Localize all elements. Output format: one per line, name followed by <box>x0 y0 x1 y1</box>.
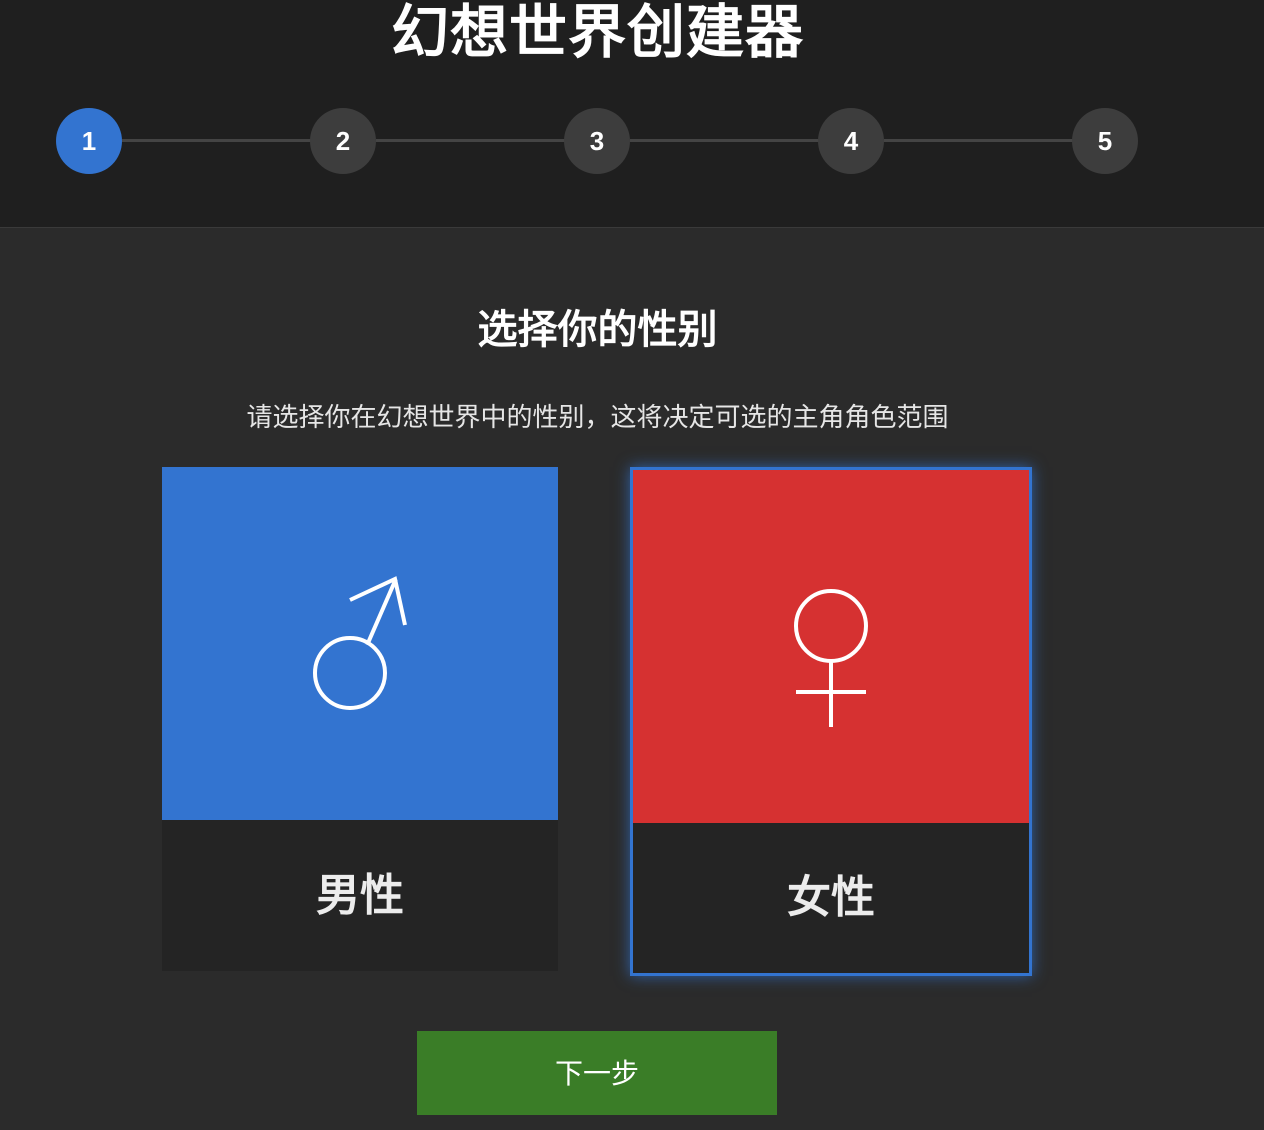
next-button[interactable]: 下一步 <box>417 1031 777 1115</box>
female-swatch <box>633 470 1029 823</box>
step-2[interactable]: 2 <box>310 108 376 174</box>
step-5[interactable]: 5 <box>1072 108 1138 174</box>
step-connector <box>122 139 312 142</box>
progress-stepper: 1 2 3 4 5 <box>0 0 1264 227</box>
step-1[interactable]: 1 <box>56 108 122 174</box>
gender-option-male[interactable]: 男性 <box>162 467 558 971</box>
step-3[interactable]: 3 <box>564 108 630 174</box>
section-description: 请选择你在幻想世界中的性别，这将决定可选的主角角色范围 <box>246 403 949 433</box>
gender-option-female[interactable]: 女性 <box>630 467 1032 976</box>
female-symbol-icon <box>794 589 868 727</box>
step-4[interactable]: 4 <box>818 108 884 174</box>
header: 幻想世界创建器 1 2 3 4 5 <box>0 0 1264 228</box>
step-connector <box>376 139 566 142</box>
section-title: 选择你的性别 <box>477 307 718 353</box>
female-label: 女性 <box>787 872 875 923</box>
step-connector <box>630 139 820 142</box>
male-swatch <box>162 467 558 820</box>
male-label: 男性 <box>316 870 404 921</box>
step-connector <box>884 139 1074 142</box>
male-symbol-icon <box>313 576 407 710</box>
